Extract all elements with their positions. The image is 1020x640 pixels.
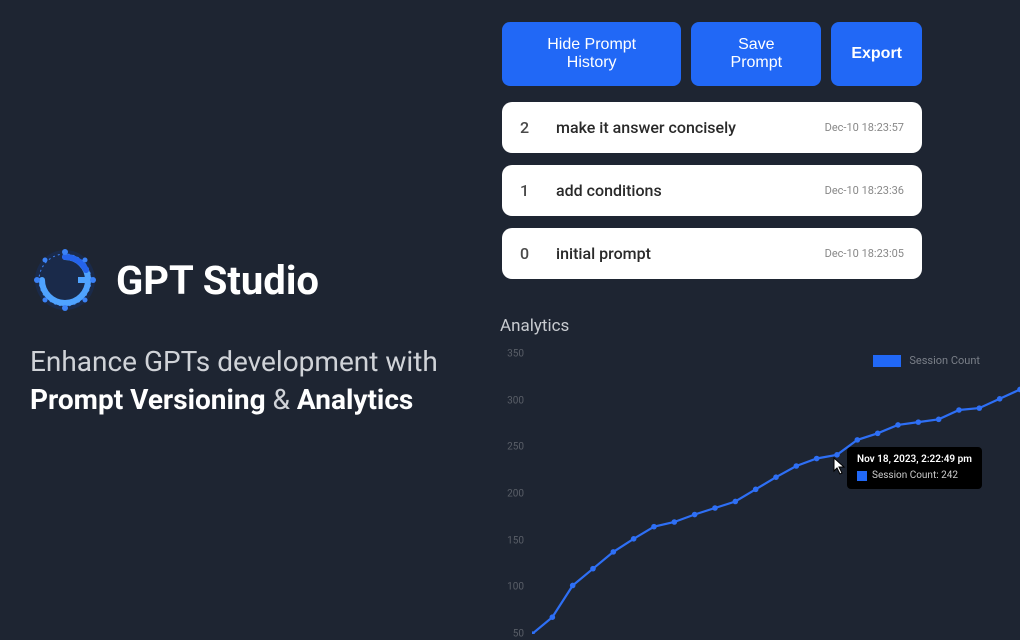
line-chart[interactable] — [532, 354, 1020, 634]
brand-row: GPT Studio — [30, 245, 480, 315]
history-timestamp: Dec-10 18:23:05 — [825, 247, 904, 260]
chart-area: 50100150200250300350 Nov 18, 2023, 2:22:… — [500, 354, 1020, 634]
history-text: add conditions — [556, 181, 803, 200]
y-tick-label: 350 — [507, 349, 524, 360]
y-tick-label: 250 — [507, 442, 524, 453]
prompt-history-list: 2 make it answer concisely Dec-10 18:23:… — [502, 102, 922, 279]
tooltip-swatch — [857, 471, 867, 481]
y-tick-label: 300 — [507, 395, 524, 406]
tagline: Enhance GPTs development with Prompt Ver… — [30, 343, 480, 419]
tagline-amp: & — [266, 383, 297, 416]
history-number: 2 — [520, 118, 534, 137]
history-text: make it answer concisely — [556, 118, 803, 137]
history-timestamp: Dec-10 18:23:36 — [825, 184, 904, 197]
chart-tooltip: Nov 18, 2023, 2:22:49 pm Session Count: … — [847, 447, 982, 489]
history-number: 1 — [520, 181, 534, 200]
history-item[interactable]: 2 make it answer concisely Dec-10 18:23:… — [502, 102, 922, 153]
y-tick-label: 100 — [507, 582, 524, 593]
cursor-icon — [833, 457, 847, 475]
y-tick-label: 200 — [507, 489, 524, 500]
tooltip-value: Session Count: 242 — [872, 469, 958, 483]
tooltip-date: Nov 18, 2023, 2:22:49 pm — [857, 453, 972, 467]
history-item[interactable]: 1 add conditions Dec-10 18:23:36 — [502, 165, 922, 216]
history-item[interactable]: 0 initial prompt Dec-10 18:23:05 — [502, 228, 922, 279]
toolbar: Hide Prompt History Save Prompt Export — [502, 22, 922, 86]
brand-title: GPT Studio — [116, 257, 319, 304]
export-button[interactable]: Export — [831, 22, 922, 86]
tagline-bold-1: Prompt Versioning — [30, 383, 266, 416]
tagline-text: Enhance GPTs development with — [30, 345, 438, 378]
tagline-bold-2: Analytics — [297, 383, 413, 416]
y-axis-labels: 50100150200250300350 — [500, 354, 530, 634]
history-number: 0 — [520, 244, 534, 263]
y-tick-label: 150 — [507, 535, 524, 546]
brand-logo-icon — [30, 245, 100, 315]
history-text: initial prompt — [556, 244, 803, 263]
save-prompt-button[interactable]: Save Prompt — [691, 22, 821, 86]
history-timestamp: Dec-10 18:23:57 — [825, 121, 904, 134]
analytics-title: Analytics — [500, 316, 1020, 336]
hide-prompt-history-button[interactable]: Hide Prompt History — [502, 22, 681, 86]
